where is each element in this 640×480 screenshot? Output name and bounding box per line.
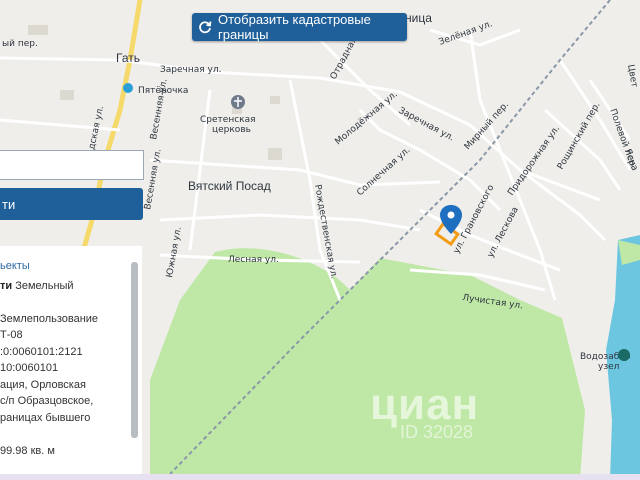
church-label-1: Сретенская <box>200 115 256 125</box>
info-row: 99.98 кв. м <box>0 444 55 457</box>
svg-text:ый пер.: ый пер. <box>2 39 38 49</box>
cadastral-button-label: Отобразить кадастровые границы <box>218 12 371 42</box>
info-panel-scrollbar[interactable] <box>131 262 138 438</box>
bottom-bar <box>0 474 640 480</box>
info-row: Т-08 <box>0 329 23 341</box>
info-panel-header[interactable]: ьекты <box>0 258 142 275</box>
vodozabor-label-2: узел <box>598 362 619 372</box>
info-panel: ьекты ти Земельный Землепользование Т-08… <box>0 246 142 480</box>
svg-text:Заречная ул.: Заречная ул. <box>160 65 221 75</box>
vodozabor-icon <box>618 349 630 361</box>
shop-icon <box>123 83 133 93</box>
info-row <box>0 426 142 443</box>
svg-text:Лесная ул.: Лесная ул. <box>228 255 279 265</box>
watermark-id: ID 32028 <box>400 422 474 442</box>
refresh-icon <box>198 20 212 34</box>
info-row: ти Земельный <box>0 279 74 292</box>
info-row: раницах бывшего <box>0 411 91 424</box>
info-row <box>0 294 142 311</box>
search-button[interactable]: ти <box>0 188 143 220</box>
church-icon <box>231 95 245 109</box>
info-row: 10:0060101 <box>0 362 59 374</box>
church-label-2: церковь <box>212 125 251 135</box>
place-vyatsky-posad: Вятский Посад <box>188 179 271 193</box>
search-input[interactable] <box>0 150 144 180</box>
info-row: ация, Орловская <box>0 378 86 391</box>
place-gat: Гать <box>116 51 140 65</box>
info-row: Землепользование <box>0 312 99 325</box>
place-partial: ница <box>405 11 432 25</box>
info-row: :0:0060101:2121 <box>0 345 83 358</box>
cadastral-toggle-button[interactable]: Отобразить кадастровые границы <box>192 12 407 42</box>
info-row: с/п Образцовское, <box>0 395 94 407</box>
